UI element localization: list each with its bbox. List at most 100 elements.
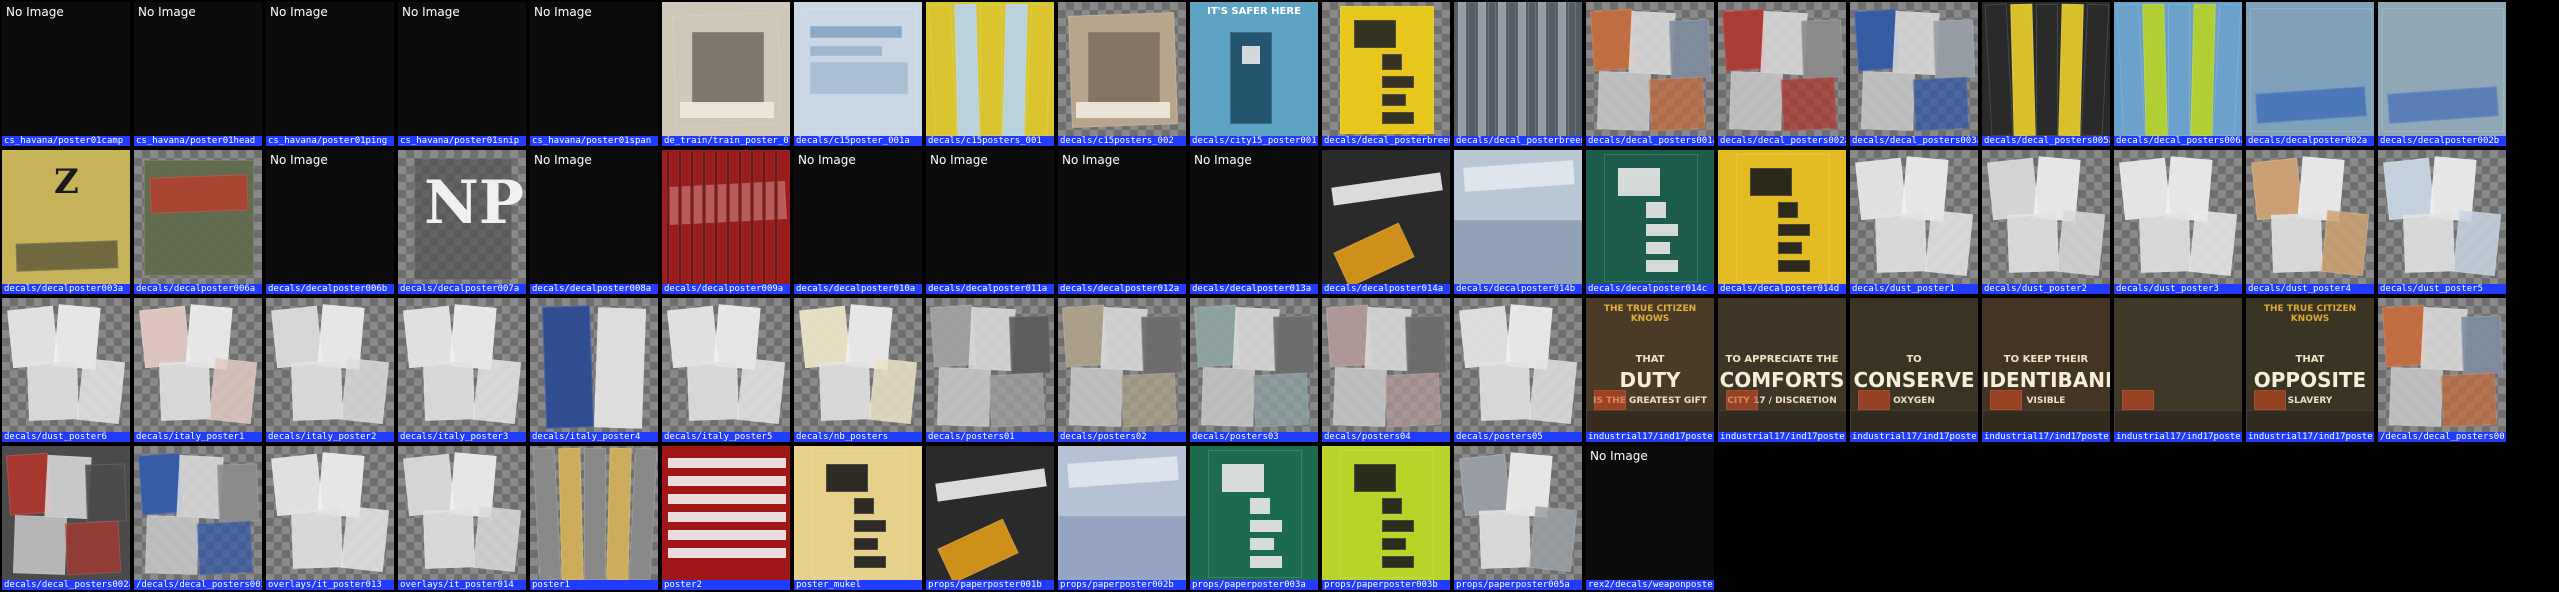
texture-name[interactable]: /decals/decal_posters001a [2378,432,2506,442]
texture-thumbnail[interactable] [1322,150,1450,284]
texture-name[interactable]: industrial17/ind17poster2 [1718,432,1846,442]
texture-name[interactable]: decals/italy_poster3 [398,432,526,442]
texture-cell[interactable]: decals/decalposter006a [132,148,264,296]
texture-name[interactable]: poster1 [530,580,658,590]
texture-thumbnail[interactable] [662,150,790,284]
texture-thumbnail[interactable] [662,446,790,580]
texture-cell[interactable]: No Image decals/decalposter010a [792,148,924,296]
texture-cell[interactable]: decals/italy_poster3 [396,296,528,444]
texture-thumbnail[interactable] [1058,2,1186,136]
texture-cell[interactable]: No Image cs_havana/poster01snip [396,0,528,148]
texture-cell[interactable]: props/paperposter002b [1056,444,1188,592]
texture-thumbnail[interactable]: No Image [530,150,658,284]
texture-thumbnail[interactable]: TO CONSERVE OXYGEN [1850,298,1978,432]
texture-name[interactable]: decals/city15_poster001 [1190,136,1318,146]
texture-thumbnail[interactable] [1454,446,1582,580]
texture-cell[interactable]: decals/dust_poster3 [2112,148,2244,296]
texture-thumbnail[interactable] [1718,150,1846,284]
texture-thumbnail[interactable]: THE TRUE CITIZEN KNOWS THAT OPPOSITE SLAVER… [2246,298,2374,432]
texture-name[interactable]: decals/decalposter008a [530,284,658,294]
texture-name[interactable]: decals/decalposter003a [2,284,130,294]
texture-cell[interactable]: decals/italy_poster4 [528,296,660,444]
texture-name[interactable]: decals/decalposter012a [1058,284,1186,294]
texture-name[interactable]: overlays/it_poster013 [266,580,394,590]
texture-thumbnail[interactable] [926,2,1054,136]
texture-cell[interactable]: decals/decalposter014a [1320,148,1452,296]
texture-cell[interactable]: props/paperposter003b [1320,444,1452,592]
texture-name[interactable]: decals/decalposter013a [1190,284,1318,294]
texture-cell[interactable]: decals/decal_posterbreenc [1452,0,1584,148]
texture-name[interactable]: cs_havana/poster01snip [398,136,526,146]
texture-thumbnail[interactable] [134,150,262,284]
texture-thumbnail[interactable]: TO KEEP THEIR IDENTIBAND VISIBLE [1982,298,2110,432]
texture-cell[interactable]: decals/dust_poster1 [1848,148,1980,296]
texture-name[interactable]: cs_havana/poster01camp [2,136,130,146]
texture-name[interactable]: decals/italy_poster1 [134,432,262,442]
texture-cell[interactable]: poster1 [528,444,660,592]
texture-cell[interactable]: /decals/decal_posters003a [132,444,264,592]
texture-cell[interactable]: NP decals/decalposter007a [396,148,528,296]
texture-thumbnail[interactable]: No Image [1190,150,1318,284]
texture-cell[interactable]: No Image decals/decalposter008a [528,148,660,296]
texture-name[interactable]: poster_mukel [794,580,922,590]
texture-cell[interactable]: props/paperposter003a [1188,444,1320,592]
texture-thumbnail[interactable] [266,298,394,432]
texture-thumbnail[interactable] [1190,446,1318,580]
texture-name[interactable]: decals/dust_poster5 [2378,284,2506,294]
texture-name[interactable]: decals/decal_posters002a [1718,136,1846,146]
texture-thumbnail[interactable] [2114,298,2242,432]
texture-name[interactable]: decals/decalposter009a [662,284,790,294]
texture-name[interactable]: cs_havana/poster01head [134,136,262,146]
texture-cell[interactable]: decals/decalposter014d [1716,148,1848,296]
texture-thumbnail[interactable]: No Image [1586,446,1714,580]
texture-name[interactable]: decals/c15posters_002 [1058,136,1186,146]
texture-cell[interactable]: decals/posters03 [1188,296,1320,444]
texture-thumbnail[interactable]: No Image [530,2,658,136]
texture-name[interactable]: decals/decal_posters006a [2114,136,2242,146]
texture-thumbnail[interactable] [1190,298,1318,432]
texture-cell[interactable]: TO APPRECIATE THE COMFORTS CITY 17 / DISCR… [1716,296,1848,444]
texture-cell[interactable]: decals/decal_posters005a [1980,0,2112,148]
texture-thumbnail[interactable] [134,298,262,432]
texture-name[interactable]: decals/decal_posterbreenc [1454,136,1582,146]
texture-thumbnail[interactable] [1322,298,1450,432]
texture-name[interactable]: de_train/train_poster_01 [662,136,790,146]
texture-thumbnail[interactable] [1850,2,1978,136]
texture-name[interactable]: /decals/decal_posters003a [134,580,262,590]
texture-thumbnail[interactable]: No Image [926,150,1054,284]
texture-cell[interactable]: props/paperposter005a [1452,444,1584,592]
texture-name[interactable]: decals/posters04 [1322,432,1450,442]
texture-name[interactable]: decals/dust_poster1 [1850,284,1978,294]
texture-cell[interactable]: THE TRUE CITIZEN KNOWS THAT OPPOSITE SLAVER… [2244,296,2376,444]
texture-thumbnail[interactable] [1058,298,1186,432]
texture-name[interactable]: decals/decal_posterbreen [1322,136,1450,146]
texture-cell[interactable]: No Image decals/decalposter006b [264,148,396,296]
texture-name[interactable]: props/paperposter005a [1454,580,1582,590]
texture-thumbnail[interactable] [662,2,790,136]
texture-name[interactable]: industrial17/ind17poster3 [1850,432,1978,442]
texture-thumbnail[interactable]: TO APPRECIATE THE COMFORTS CITY 17 / DISCR… [1718,298,1846,432]
texture-thumbnail[interactable] [1058,446,1186,580]
texture-thumbnail[interactable] [1454,2,1582,136]
texture-cell[interactable]: No Image decals/decalposter012a [1056,148,1188,296]
texture-name[interactable]: cs_havana/poster01ping [266,136,394,146]
texture-name[interactable]: decals/italy_poster4 [530,432,658,442]
texture-cell[interactable]: decals/decal_posters003a [1848,0,1980,148]
texture-name[interactable]: decals/c15poster_001a [794,136,922,146]
texture-name[interactable]: decals/nb_posters [794,432,922,442]
texture-name[interactable]: props/paperposter003a [1190,580,1318,590]
texture-thumbnail[interactable] [1982,2,2110,136]
texture-name[interactable]: decals/posters05 [1454,432,1582,442]
texture-cell[interactable]: IT'S SAFER HERE decals/city15_poster001 [1188,0,1320,148]
texture-cell[interactable]: No Image decals/decalposter013a [1188,148,1320,296]
texture-thumbnail[interactable] [2,446,130,580]
texture-cell[interactable]: No Image cs_havana/poster01head [132,0,264,148]
texture-cell[interactable]: decals/decal_posters002a [0,444,132,592]
texture-thumbnail[interactable]: No Image [2,2,130,136]
texture-name[interactable]: decals/decalposter014b [1454,284,1582,294]
texture-cell[interactable]: decals/nb_posters [792,296,924,444]
texture-cell[interactable]: decals/dust_poster6 [0,296,132,444]
texture-name[interactable]: decals/posters02 [1058,432,1186,442]
texture-thumbnail[interactable] [794,2,922,136]
texture-cell[interactable]: poster_mukel [792,444,924,592]
